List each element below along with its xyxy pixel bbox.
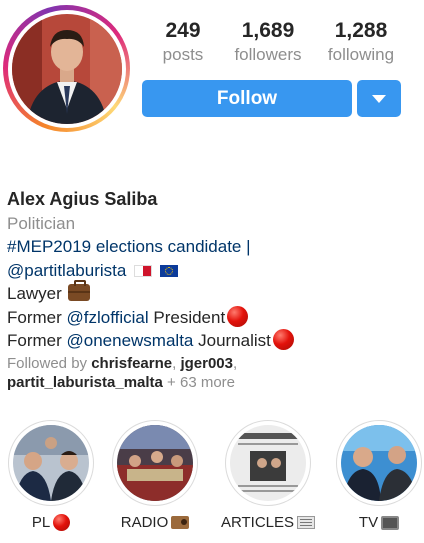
partitlaburista-link[interactable]: @partitlaburista bbox=[7, 261, 126, 280]
briefcase-icon bbox=[67, 280, 90, 301]
followed-user: chrisfearne bbox=[91, 354, 173, 372]
highlight-cover bbox=[341, 425, 417, 501]
followed-by[interactable]: Followed by chrisfearne, jger003, partit_… bbox=[7, 354, 419, 392]
posts-count-value: 249 bbox=[165, 19, 201, 42]
highlight-cover bbox=[230, 425, 306, 501]
highlight-articles[interactable]: ARTICLES bbox=[220, 420, 316, 531]
red-circle-icon bbox=[227, 305, 249, 327]
follow-button[interactable]: Follow bbox=[142, 80, 352, 117]
bio-line-party: @partitlaburista bbox=[7, 259, 419, 283]
highlight-label-text: TV bbox=[358, 514, 379, 531]
highlight-label: ARTICLES bbox=[220, 514, 316, 531]
tv-icon bbox=[381, 515, 400, 530]
red-circle-icon bbox=[53, 514, 71, 531]
separator: , bbox=[232, 354, 238, 372]
highlight-pl[interactable]: PL bbox=[3, 420, 99, 531]
story-highlights: PL RADIO ARTICLES TV bbox=[0, 420, 424, 543]
bio-line-campaign: #MEP2019 elections candidate | bbox=[7, 235, 419, 259]
chevron-down-icon bbox=[372, 94, 386, 103]
avatar-border bbox=[7, 9, 126, 128]
highlight-cover bbox=[13, 425, 89, 501]
onenewsmalta-link[interactable]: @onenewsmalta bbox=[67, 331, 194, 350]
highlight-label-text: PL bbox=[31, 514, 51, 531]
following-count-value: 1,288 bbox=[334, 19, 388, 42]
occupation-text: Lawyer bbox=[7, 284, 62, 303]
highlight-label: PL bbox=[3, 514, 99, 531]
followed-more: + 63 more bbox=[162, 373, 236, 391]
highlight-label-text: ARTICLES bbox=[220, 514, 295, 531]
eu-flag-icon bbox=[160, 264, 179, 277]
posts-count: 249 posts bbox=[150, 18, 216, 66]
fzlofficial-link[interactable]: @fzlofficial bbox=[67, 308, 149, 327]
followers-count-value: 1,689 bbox=[241, 19, 295, 42]
profile-avatar-ring[interactable] bbox=[3, 5, 130, 132]
following-count-label: following bbox=[327, 45, 395, 64]
followers-count-label: followers bbox=[234, 45, 302, 64]
radio-icon bbox=[171, 516, 190, 529]
profile-stats: 249 posts 1,689 followers 1,288 followin… bbox=[150, 18, 402, 66]
highlight-tv[interactable]: TV bbox=[331, 420, 424, 531]
highlight-radio[interactable]: RADIO bbox=[107, 420, 203, 531]
newspaper-icon bbox=[297, 516, 316, 529]
highlight-cover bbox=[117, 425, 193, 501]
onenews-prefix: Former bbox=[7, 331, 67, 350]
bio-line-fzl: Former @fzlofficial President bbox=[7, 305, 419, 330]
fzl-prefix: Former bbox=[7, 307, 67, 327]
bio-line-occupation: Lawyer bbox=[7, 280, 419, 306]
highlight-label-text: RADIO bbox=[120, 514, 169, 531]
followed-by-prefix: Followed by bbox=[7, 354, 92, 372]
red-circle-icon bbox=[272, 329, 294, 350]
highlight-label: TV bbox=[331, 514, 424, 531]
profile-name: Alex Agius Saliba bbox=[7, 189, 158, 209]
bio-hashtag-text[interactable]: #MEP2019 elections candidate | bbox=[7, 237, 251, 256]
followed-user: jger003 bbox=[180, 354, 233, 372]
highlight-ring bbox=[8, 420, 94, 506]
fzl-suffix: President bbox=[148, 307, 226, 327]
bio-line-onenews: Former @onenewsmalta Journalist bbox=[7, 329, 419, 353]
profile-category: Politician bbox=[7, 213, 76, 233]
profile-bio: Alex Agius Saliba Politician #MEP2019 el… bbox=[7, 188, 419, 392]
suggested-accounts-button[interactable] bbox=[357, 80, 401, 117]
posts-count-label: posts bbox=[162, 45, 204, 64]
followers-count[interactable]: 1,689 followers bbox=[222, 18, 314, 66]
highlight-ring bbox=[336, 420, 422, 506]
malta-flag-icon bbox=[134, 264, 153, 277]
followed-user: partit_laburista_malta bbox=[7, 373, 163, 391]
following-count[interactable]: 1,288 following bbox=[320, 18, 402, 66]
highlight-ring bbox=[225, 420, 311, 506]
onenews-suffix: Journalist bbox=[193, 331, 271, 350]
highlight-ring bbox=[112, 420, 198, 506]
highlight-label: RADIO bbox=[107, 514, 203, 531]
avatar[interactable] bbox=[11, 13, 122, 124]
